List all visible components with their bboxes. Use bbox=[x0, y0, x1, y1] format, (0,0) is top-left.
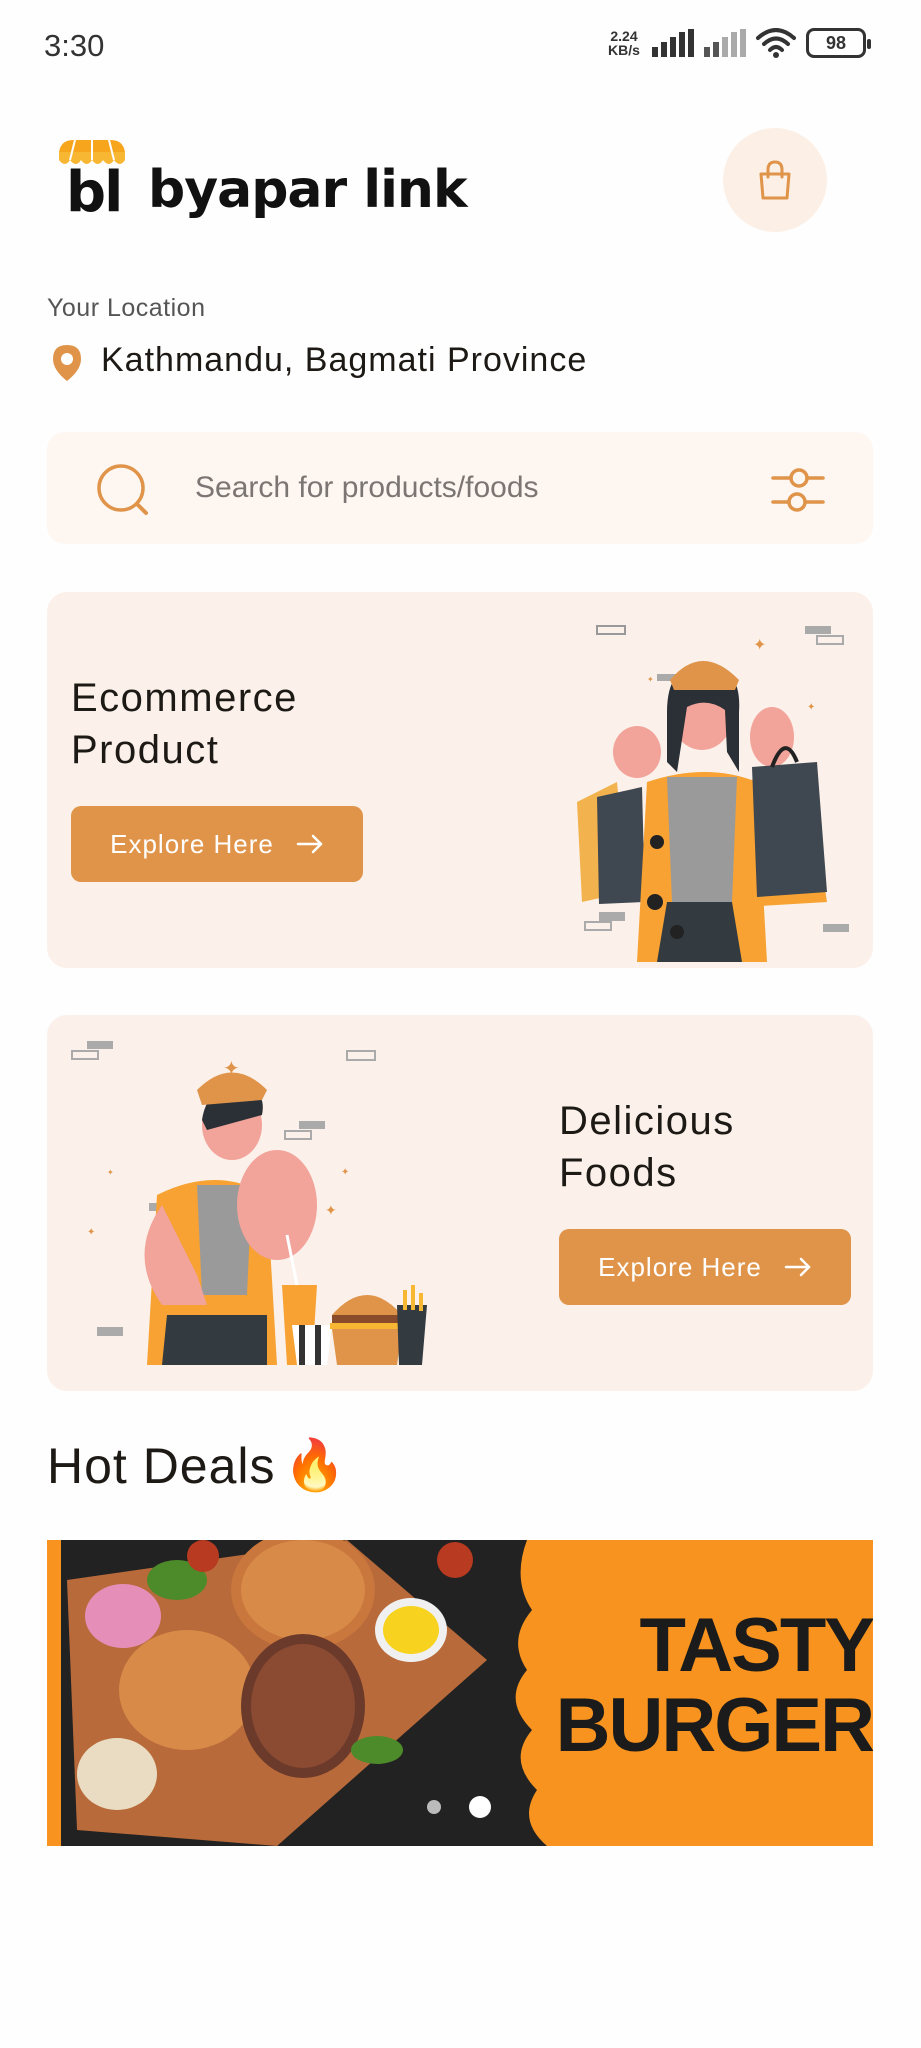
svg-text:✦: ✦ bbox=[87, 1227, 95, 1238]
banner-text: TASTY BURGER bbox=[555, 1603, 873, 1768]
arrow-right-icon bbox=[296, 834, 323, 854]
svg-text:✦: ✦ bbox=[341, 1167, 349, 1178]
logo-text: byapar link bbox=[148, 160, 468, 220]
logo-mark: bl bbox=[66, 160, 123, 225]
food-card-title: Delicious Foods bbox=[559, 1099, 735, 1195]
shopping-woman-illustration: ✦ ✦ ✦ ✦ bbox=[577, 625, 849, 962]
filter-icon[interactable] bbox=[771, 464, 825, 514]
ecommerce-card-title: Ecommerce Product bbox=[71, 676, 298, 772]
search-bar[interactable] bbox=[47, 432, 873, 544]
svg-text:✦: ✦ bbox=[325, 1202, 337, 1218]
svg-text:✦: ✦ bbox=[753, 637, 766, 654]
fire-icon: 🔥 bbox=[283, 1437, 347, 1493]
status-bar: 3:30 2.24 KB/s 98 bbox=[0, 0, 921, 92]
food-man-illustration: ✦ ✦ ✦ ✦ ✦ bbox=[71, 1041, 427, 1365]
signal-icon-2 bbox=[704, 29, 746, 57]
hot-deals-title: Hot Deals 🔥 bbox=[47, 1437, 347, 1494]
carousel-dot-1[interactable] bbox=[427, 1800, 441, 1814]
ecommerce-card[interactable]: Ecommerce Product Explore Here ✦ ✦ ✦ ✦ bbox=[47, 592, 873, 968]
search-input[interactable] bbox=[187, 432, 767, 544]
carousel-dot-2[interactable] bbox=[469, 1796, 491, 1818]
status-time: 3:30 bbox=[44, 28, 105, 63]
explore-food-button[interactable]: Explore Here bbox=[559, 1229, 851, 1305]
food-card[interactable]: ✦ ✦ ✦ ✦ ✦ Delicious Foods Explore Here bbox=[47, 1015, 873, 1391]
svg-text:✦: ✦ bbox=[647, 675, 654, 684]
location-label: Your Location bbox=[47, 294, 206, 322]
location-value[interactable]: Kathmandu, Bagmati Province bbox=[101, 341, 587, 380]
wifi-icon bbox=[756, 28, 796, 58]
search-icon bbox=[97, 464, 148, 515]
svg-text:✦: ✦ bbox=[807, 702, 815, 713]
carousel-dots bbox=[427, 1796, 491, 1818]
cart-button[interactable] bbox=[723, 128, 827, 232]
battery-indicator: 98 bbox=[806, 28, 871, 58]
signal-icon bbox=[652, 29, 694, 57]
network-speed: 2.24 KB/s bbox=[608, 28, 640, 58]
arrow-right-icon bbox=[784, 1257, 811, 1277]
location-pin-icon bbox=[53, 345, 81, 381]
status-icons: 2.24 KB/s 98 bbox=[606, 28, 871, 58]
app-logo: bl byapar link bbox=[55, 134, 468, 225]
explore-ecommerce-button[interactable]: Explore Here bbox=[71, 806, 363, 882]
svg-text:✦: ✦ bbox=[107, 1168, 114, 1177]
shopping-bag-icon bbox=[759, 160, 791, 200]
hot-deals-banner[interactable]: TASTY BURGER bbox=[47, 1540, 873, 1846]
